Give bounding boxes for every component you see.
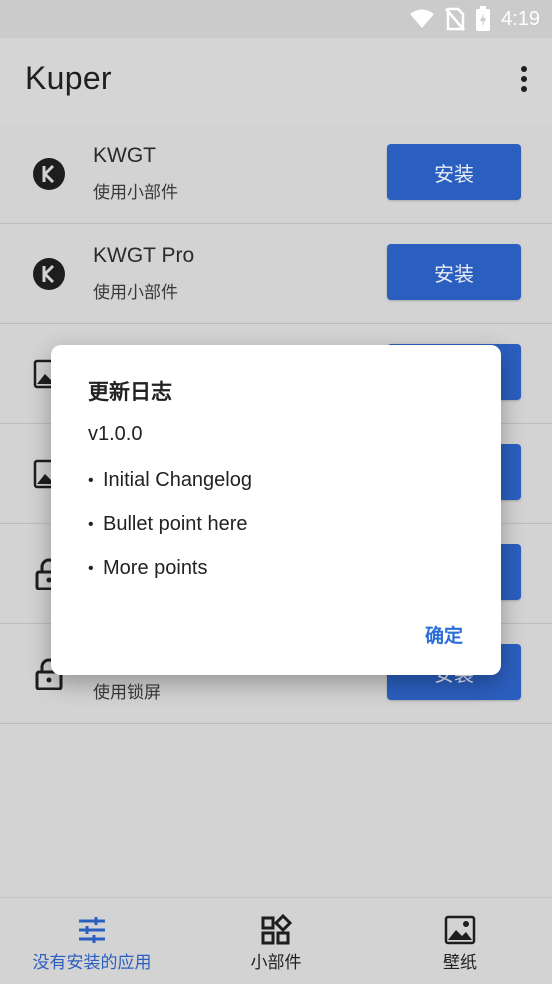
no-sim-icon: [445, 7, 466, 31]
changelog-item: • Initial Changelog: [88, 469, 252, 513]
sliders-icon: [79, 917, 105, 943]
item-title: KWGT: [93, 144, 156, 167]
changelog-item-text: Initial Changelog: [103, 469, 252, 491]
install-button[interactable]: 安装: [387, 244, 521, 300]
status-icons: 4:19: [409, 6, 540, 32]
bullet-icon: •: [88, 560, 94, 577]
wallpaper-icon: [444, 915, 476, 945]
list-item: KWGT Pro 使用小部件 安装: [0, 224, 552, 324]
app-title: Kuper: [25, 60, 112, 96]
changelog-version: v1.0.0: [88, 423, 143, 445]
nav-tab-widgets[interactable]: 小部件: [184, 898, 368, 984]
bullet-icon: •: [88, 516, 94, 533]
item-subtitle: 使用锁屏: [93, 683, 161, 703]
ok-button[interactable]: 确定: [425, 621, 463, 648]
item-subtitle: 使用小部件: [93, 283, 178, 303]
nav-tab-not-installed[interactable]: 没有安装的应用: [0, 898, 184, 984]
install-button[interactable]: 安装: [387, 144, 521, 200]
changelog-item: • Bullet point here: [88, 513, 252, 557]
changelog-dialog: 更新日志 v1.0.0 • Initial Changelog • Bullet…: [51, 345, 501, 675]
changelog-item-text: Bullet point here: [103, 513, 248, 535]
widgets-icon: [261, 914, 292, 945]
item-subtitle: 使用小部件: [93, 183, 178, 203]
app-bar: Kuper: [0, 38, 552, 124]
kwgt-logo-icon: [33, 258, 65, 290]
bullet-icon: •: [88, 472, 94, 489]
status-bar: 4:19: [0, 0, 552, 38]
wifi-icon: [410, 9, 435, 28]
changelog-item: • More points: [88, 557, 252, 601]
nav-tab-wallpapers[interactable]: 壁纸: [368, 898, 552, 984]
list-item: KWGT 使用小部件 安装: [0, 124, 552, 224]
item-title: KWGT Pro: [93, 244, 195, 267]
overflow-menu-icon[interactable]: [518, 66, 530, 96]
nav-label: 没有安装的应用: [32, 953, 152, 973]
changelog-list: • Initial Changelog • Bullet point here …: [88, 469, 252, 601]
kwgt-logo-icon: [33, 158, 65, 190]
nav-label: 壁纸: [443, 953, 477, 973]
status-time: 4:19: [501, 7, 540, 30]
nav-label: 小部件: [250, 953, 302, 973]
bottom-navigation: 没有安装的应用 小部件 壁纸: [0, 897, 552, 984]
changelog-item-text: More points: [103, 557, 208, 579]
dialog-title: 更新日志: [88, 380, 172, 404]
battery-charging-icon: [476, 6, 491, 31]
